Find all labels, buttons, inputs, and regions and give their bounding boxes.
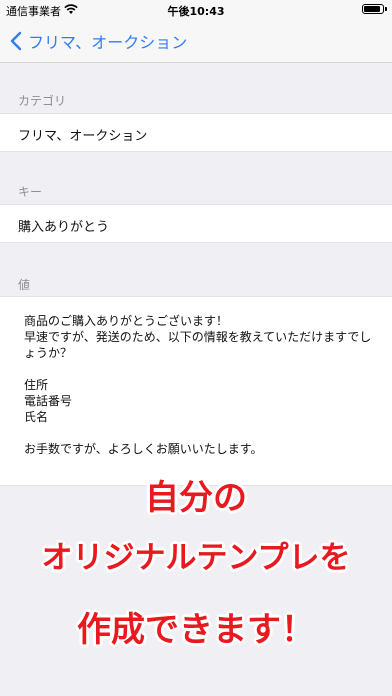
- category-section-header: カテゴリ: [18, 94, 67, 108]
- status-time: 午後10:43: [167, 5, 225, 18]
- value-section-header: 値: [18, 278, 31, 292]
- promo-line-3: 作成できます！: [77, 610, 315, 650]
- promo-line-2: オリジナルテンプレを: [41, 540, 351, 576]
- value-text: 商品のご購入ありがとうございます！ 早速ですが、発送のため、以下の情報を教えてい…: [24, 314, 372, 456]
- chevron-left-icon: [10, 31, 22, 51]
- status-bar: 通信事業者 午後10:43: [0, 0, 392, 20]
- back-button[interactable]: フリマ、オークション: [10, 29, 187, 53]
- category-value: フリマ、オークション: [18, 129, 148, 144]
- key-value: 購入ありがとう: [18, 220, 110, 235]
- category-cell[interactable]: フリマ、オークション: [0, 113, 392, 152]
- back-button-label: フリマ、オークション: [28, 33, 188, 52]
- promo-line-1: 自分の: [145, 478, 247, 518]
- key-cell[interactable]: 購入ありがとう: [0, 204, 392, 243]
- battery-fill: [364, 6, 380, 12]
- navigation-bar: フリマ、オークション: [0, 20, 392, 63]
- battery-icon: [362, 4, 387, 14]
- key-section-header: キー: [18, 185, 43, 199]
